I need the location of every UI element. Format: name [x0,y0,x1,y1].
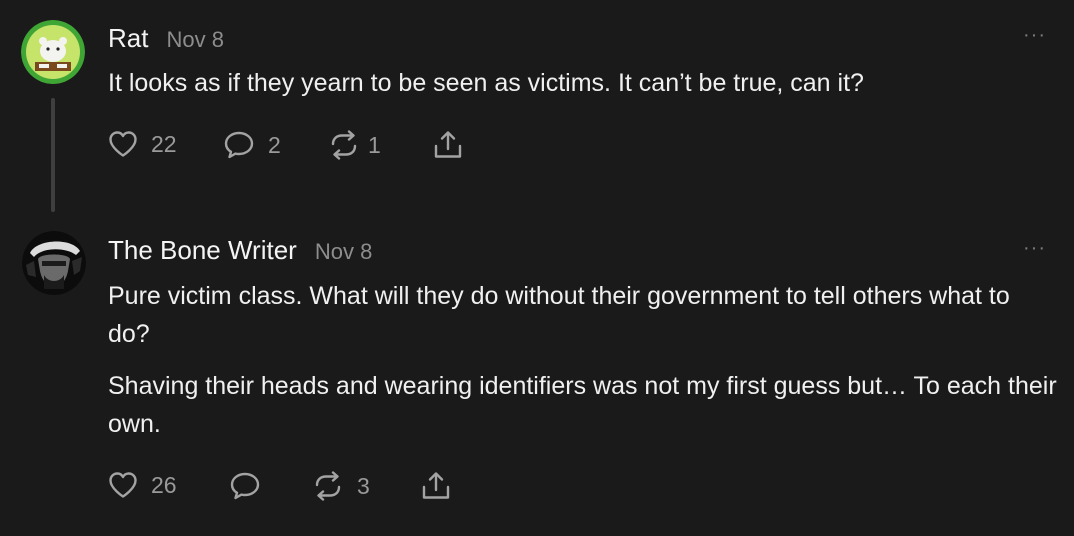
avatar-the-bone-writer[interactable] [22,231,86,295]
thread-connector-line [51,98,55,212]
restack-count: 3 [357,472,370,499]
comment-header: Rat Nov 8 [108,23,224,54]
share-upload-icon [422,472,450,499]
restack-arrows-icon [331,130,357,160]
comment-rat: Rat Nov 8 ··· It looks as if they yearn … [0,0,1074,212]
share-button[interactable] [432,130,464,160]
speech-bubble-icon [224,131,254,159]
like-button[interactable]: 22 [108,130,177,158]
share-upload-icon [434,131,462,158]
like-button[interactable]: 26 [108,471,177,499]
restack-arrows-icon [315,471,341,501]
heart-icon [109,131,137,157]
comment-paragraph: Shaving their heads and wearing identifi… [108,372,1057,438]
reply-button[interactable] [229,471,261,501]
like-count: 22 [151,130,177,157]
comment-paragraph: It looks as if they yearn to be seen as … [108,69,864,97]
comment-the-bone-writer: The Bone Writer Nov 8 ··· Pure victim cl… [0,215,1074,536]
comment-header: The Bone Writer Nov 8 [108,235,372,266]
comment-thread: Rat Nov 8 ··· It looks as if they yearn … [0,0,1074,536]
share-button[interactable] [420,471,452,501]
author-name[interactable]: Rat [108,23,148,54]
reply-count: 2 [268,131,281,158]
comment-body: Pure victim class. What will they do wit… [108,277,1058,443]
restack-button[interactable]: 1 [328,130,381,160]
like-count: 26 [151,471,177,498]
reply-button[interactable]: 2 [223,130,281,160]
comment-date[interactable]: Nov 8 [166,27,223,53]
more-options-icon[interactable]: ··· [1023,24,1046,47]
more-options-icon[interactable]: ··· [1023,237,1046,260]
author-name[interactable]: The Bone Writer [108,235,297,266]
comment-body: It looks as if they yearn to be seen as … [108,64,1058,102]
speech-bubble-icon [230,472,260,500]
avatar-rat[interactable] [21,20,85,84]
heart-icon [109,472,137,498]
restack-button[interactable]: 3 [312,471,370,501]
comment-date[interactable]: Nov 8 [315,239,372,265]
comment-paragraph: Pure victim class. What will they do wit… [108,282,1010,348]
restack-count: 1 [368,131,381,158]
